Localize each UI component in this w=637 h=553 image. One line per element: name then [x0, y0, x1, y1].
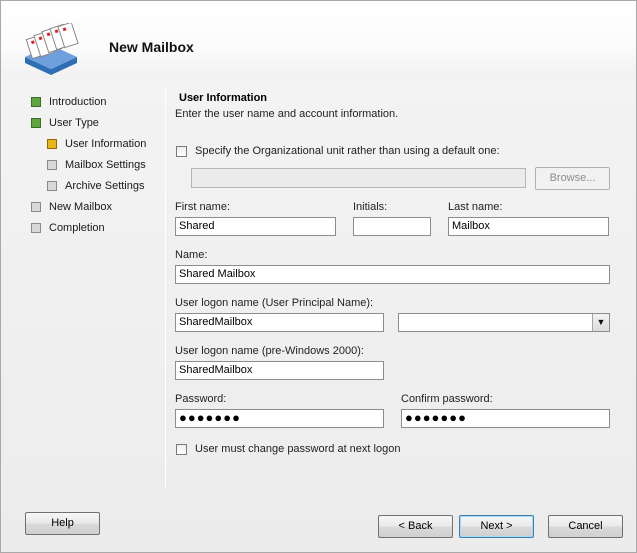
confirm-password-input[interactable]: ●●●●●●●	[401, 409, 610, 428]
next-button[interactable]: Next >	[459, 515, 534, 538]
section-subtitle: Enter the user name and account informat…	[175, 108, 399, 120]
step-pending-icon	[31, 223, 41, 233]
first-name-input[interactable]: Shared	[175, 217, 336, 236]
ou-checkbox[interactable]	[176, 146, 187, 157]
browse-button: Browse...	[535, 167, 610, 190]
step-current-icon	[47, 139, 57, 149]
step-pending-icon	[47, 181, 57, 191]
change-password-checkbox[interactable]	[176, 444, 187, 455]
upn-label: User logon name (User Principal Name):	[175, 297, 374, 309]
first-name-label: First name:	[175, 201, 231, 213]
initials-input[interactable]	[353, 217, 431, 236]
new-mailbox-wizard-window: New Mailbox Introduction User Type User …	[0, 0, 637, 553]
step-complete-icon	[31, 97, 41, 107]
step-pending-icon	[31, 202, 41, 212]
wizard-title: New Mailbox	[109, 39, 194, 55]
ou-checkbox-label[interactable]: Specify the Organizational unit rather t…	[195, 145, 500, 157]
initials-label: Initials:	[353, 201, 388, 213]
wizard-header: New Mailbox	[1, 1, 636, 79]
password-label: Password:	[175, 393, 227, 405]
last-name-label: Last name:	[448, 201, 503, 213]
cancel-button[interactable]: Cancel	[548, 515, 623, 538]
ou-path-field	[191, 168, 526, 188]
step-pending-icon	[47, 160, 57, 170]
back-button[interactable]: < Back	[378, 515, 453, 538]
chevron-down-icon[interactable]: ▼	[592, 314, 609, 331]
pre2000-input[interactable]: SharedMailbox	[175, 361, 384, 380]
name-label: Name:	[175, 249, 208, 261]
last-name-input[interactable]: Mailbox	[448, 217, 609, 236]
confirm-password-label: Confirm password:	[401, 393, 493, 405]
nav-divider	[165, 89, 166, 487]
upn-domain-select[interactable]: ▼	[398, 313, 610, 332]
step-complete-icon	[31, 118, 41, 128]
section-title: User Information	[179, 92, 268, 104]
mailbox-icon	[25, 23, 79, 75]
pre2000-label: User logon name (pre-Windows 2000):	[175, 345, 364, 357]
name-input[interactable]: Shared Mailbox	[175, 265, 610, 284]
change-password-label[interactable]: User must change password at next logon	[195, 443, 400, 455]
upn-input[interactable]: SharedMailbox	[175, 313, 384, 332]
help-button[interactable]: Help	[25, 512, 100, 535]
password-input[interactable]: ●●●●●●●	[175, 409, 384, 428]
